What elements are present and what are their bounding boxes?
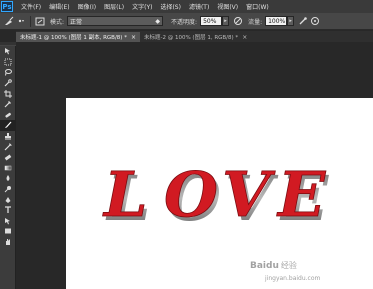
eraser-icon[interactable] — [0, 152, 16, 163]
brush-size-dropdown-icon[interactable] — [15, 16, 27, 27]
close-icon[interactable]: × — [242, 34, 247, 41]
document-tab-bar: 未标题-1 @ 100% (图层 1 副本, RGB/8) * × 未标题-2 … — [16, 31, 373, 42]
love-letter-o: O — [164, 158, 218, 231]
watermark-url: jingyan.baidu.com — [265, 275, 321, 282]
pressure-size-icon[interactable] — [309, 16, 321, 27]
dodge-icon[interactable] — [0, 184, 16, 195]
brush-preset-icon[interactable] — [3, 16, 15, 27]
opacity-field[interactable]: 50% — [200, 16, 223, 26]
love-text-artwork: L O V E L O V E — [102, 158, 329, 234]
shape-icon[interactable] — [0, 226, 16, 237]
marquee-icon[interactable] — [0, 57, 16, 68]
baidu-logo: Baidu — [250, 260, 279, 271]
menu-edit[interactable]: 编辑(E) — [49, 2, 69, 11]
flow-field[interactable]: 100% — [265, 16, 288, 26]
airbrush-icon[interactable] — [297, 16, 309, 27]
gradient-icon[interactable] — [0, 163, 16, 174]
menu-window[interactable]: 窗口(W) — [246, 2, 269, 11]
opacity-dropdown-icon[interactable]: ▸ — [222, 16, 230, 26]
tab-document-1-label: 未标题-1 @ 100% (图层 1 副本, RGB/8) * — [20, 35, 127, 41]
menu-filter[interactable]: 滤镜(T) — [189, 2, 209, 11]
type-icon[interactable] — [0, 205, 16, 216]
menu-image[interactable]: 图像(I) — [78, 2, 96, 11]
mode-label: 模式: — [50, 18, 65, 26]
love-letter-l: L — [102, 158, 148, 231]
flow-label: 流量: — [248, 18, 263, 26]
chevron-updown-icon: ◆ — [155, 17, 161, 25]
menu-layer[interactable]: 图层(L) — [104, 2, 124, 11]
healing-icon[interactable] — [0, 110, 16, 121]
menu-bar: Ps 文件(F) 编辑(E) 图像(I) 图层(L) 文字(Y) 选择(S) 滤… — [0, 0, 373, 13]
mode-select[interactable]: 正常 ◆ — [67, 16, 164, 26]
hand-icon[interactable] — [0, 237, 16, 248]
jingyan-label: 经验 — [280, 261, 297, 270]
clone-stamp-icon[interactable] — [0, 131, 16, 142]
brush-panel-icon[interactable] — [34, 16, 46, 27]
tab-document-1[interactable]: 未标题-1 @ 100% (图层 1 副本, RGB/8) * × — [16, 32, 140, 42]
baidu-watermark: Baidu 经验 — [250, 260, 297, 271]
opacity-label: 不透明度: — [171, 18, 198, 26]
photoshop-logo: Ps — [1, 1, 13, 12]
crop-icon[interactable] — [0, 88, 16, 99]
separator — [30, 15, 31, 27]
tab-document-2[interactable]: 未标题-2 @ 100% (图层 1, RGB/8) * × — [140, 32, 251, 42]
tab-document-2-label: 未标题-2 @ 100% (图层 1, RGB/8) * — [143, 35, 239, 41]
love-letter-e: E — [276, 158, 326, 231]
close-icon[interactable]: × — [131, 34, 136, 41]
path-select-icon[interactable] — [0, 216, 16, 227]
mode-value: 正常 — [70, 18, 83, 26]
pen-icon[interactable] — [0, 194, 16, 205]
menu-file[interactable]: 文件(F) — [21, 2, 41, 11]
tools-panel — [0, 42, 16, 289]
menu-view[interactable]: 视图(V) — [217, 2, 238, 11]
move-icon[interactable] — [0, 46, 16, 57]
eyedropper-icon[interactable] — [0, 99, 16, 110]
brush-icon[interactable] — [0, 120, 16, 131]
lasso-icon[interactable] — [0, 67, 16, 78]
menu-select[interactable]: 选择(S) — [160, 2, 181, 11]
quick-select-icon[interactable] — [0, 78, 16, 89]
blur-icon[interactable] — [0, 173, 16, 184]
history-brush-icon[interactable] — [0, 141, 16, 152]
pressure-opacity-icon[interactable] — [232, 16, 244, 27]
menu-type[interactable]: 文字(Y) — [132, 2, 152, 11]
options-bar: 模式: 正常 ◆ 不透明度: 50% ▸ 流量: 100% ▸ — [0, 13, 373, 30]
love-letter-v: V — [222, 158, 276, 231]
flow-dropdown-icon[interactable]: ▸ — [287, 16, 295, 26]
